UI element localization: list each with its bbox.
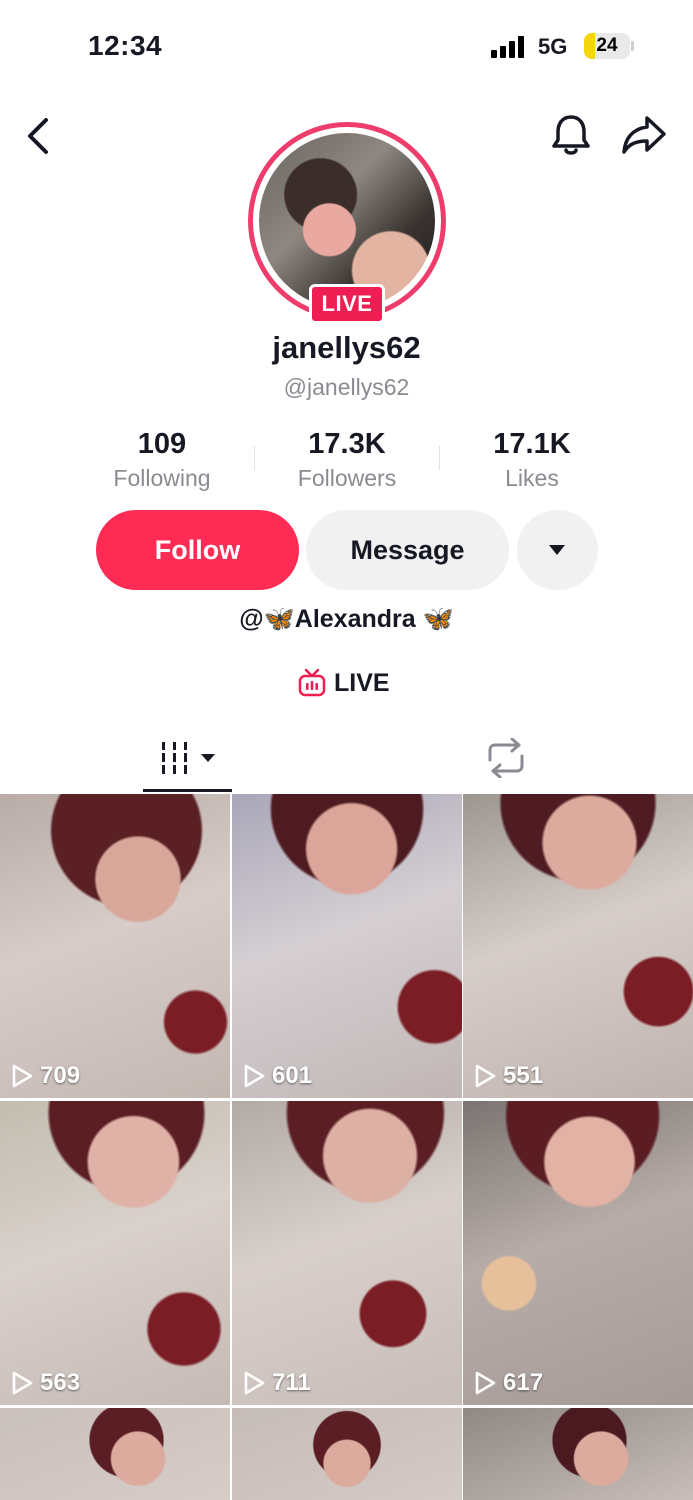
butterfly-icon: 🦋 [263, 605, 295, 633]
video-view-count: 711 [242, 1369, 311, 1397]
status-bar: 12:34 5G 24 [0, 0, 693, 90]
share-arrow-icon [622, 116, 666, 154]
video-tile[interactable]: 617 [463, 1101, 693, 1405]
following-stat[interactable]: 109 Following [77, 428, 247, 492]
username-handle: @janellys62 [283, 374, 410, 400]
view-count-text: 551 [503, 1062, 544, 1089]
butterfly-icon: 🦋 [415, 605, 454, 633]
video-tile[interactable]: 563 [0, 1101, 230, 1405]
avatar-image [259, 133, 435, 309]
view-count-text: 617 [503, 1369, 544, 1396]
followers-label: Followers [297, 465, 397, 491]
video-tile[interactable]: 551 [463, 794, 693, 1098]
tab-videos[interactable] [0, 730, 231, 792]
video-view-count: 563 [10, 1369, 80, 1397]
video-tile[interactable] [0, 1408, 230, 1500]
video-view-count: 617 [473, 1369, 543, 1397]
view-count-text: 709 [40, 1062, 81, 1089]
status-time: 12:34 [88, 30, 163, 61]
likes-count: 17.1K [493, 428, 571, 460]
bio-text: @🦋Alexandra 🦋 [0, 605, 693, 634]
play-outline-icon [12, 1371, 33, 1395]
likes-label: Likes [505, 465, 559, 491]
display-name: janellys62 [272, 330, 421, 365]
likes-stat: 17.1K Likes [447, 428, 617, 492]
network-type: 5G [538, 34, 568, 59]
live-link[interactable]: LIVE [298, 668, 390, 698]
live-tv-icon [298, 668, 326, 697]
stat-divider [439, 446, 440, 470]
video-tile[interactable]: 709 [0, 794, 230, 1098]
follow-button[interactable]: Follow [96, 510, 299, 590]
video-view-count: 709 [10, 1062, 80, 1090]
battery-nub [631, 41, 634, 51]
view-count-text: 601 [272, 1062, 313, 1089]
video-tile[interactable]: 601 [232, 794, 462, 1098]
bell-icon [552, 115, 590, 155]
play-outline-icon [244, 1064, 265, 1088]
repost-icon [488, 738, 524, 778]
play-outline-icon [475, 1064, 496, 1088]
play-outline-icon [475, 1371, 496, 1395]
message-button[interactable]: Message [306, 510, 509, 590]
back-button[interactable] [20, 114, 60, 158]
active-tab-indicator [143, 789, 232, 792]
video-tile[interactable] [463, 1408, 693, 1500]
caret-down-icon [549, 545, 565, 555]
play-outline-icon [12, 1064, 33, 1088]
grid-lines-icon [158, 742, 215, 774]
video-tile[interactable]: 711 [232, 1101, 462, 1405]
video-view-count: 601 [242, 1062, 312, 1090]
share-button[interactable] [620, 112, 668, 158]
battery-level: 24 [596, 35, 618, 56]
tab-reposts[interactable] [390, 730, 621, 792]
following-label: Following [113, 465, 211, 491]
view-count-text: 563 [40, 1369, 81, 1396]
chevron-left-icon [28, 118, 48, 154]
view-count-text: 711 [272, 1369, 311, 1396]
video-view-count: 551 [473, 1062, 543, 1090]
live-link-label: LIVE [334, 668, 390, 697]
followers-stat[interactable]: 17.3K Followers [262, 428, 432, 492]
play-outline-icon [244, 1371, 265, 1395]
bio-prefix: @ [239, 605, 264, 633]
signal-icon [491, 36, 524, 58]
followers-count: 17.3K [308, 428, 386, 460]
bio-name: Alexandra [294, 605, 416, 633]
suggested-accounts-button[interactable] [517, 510, 598, 590]
following-count: 109 [137, 428, 187, 460]
live-badge[interactable]: LIVE [309, 284, 385, 324]
video-tile[interactable] [232, 1408, 462, 1500]
stat-divider [254, 446, 255, 470]
notifications-button[interactable] [548, 112, 594, 158]
battery-icon: 24 [584, 33, 630, 59]
